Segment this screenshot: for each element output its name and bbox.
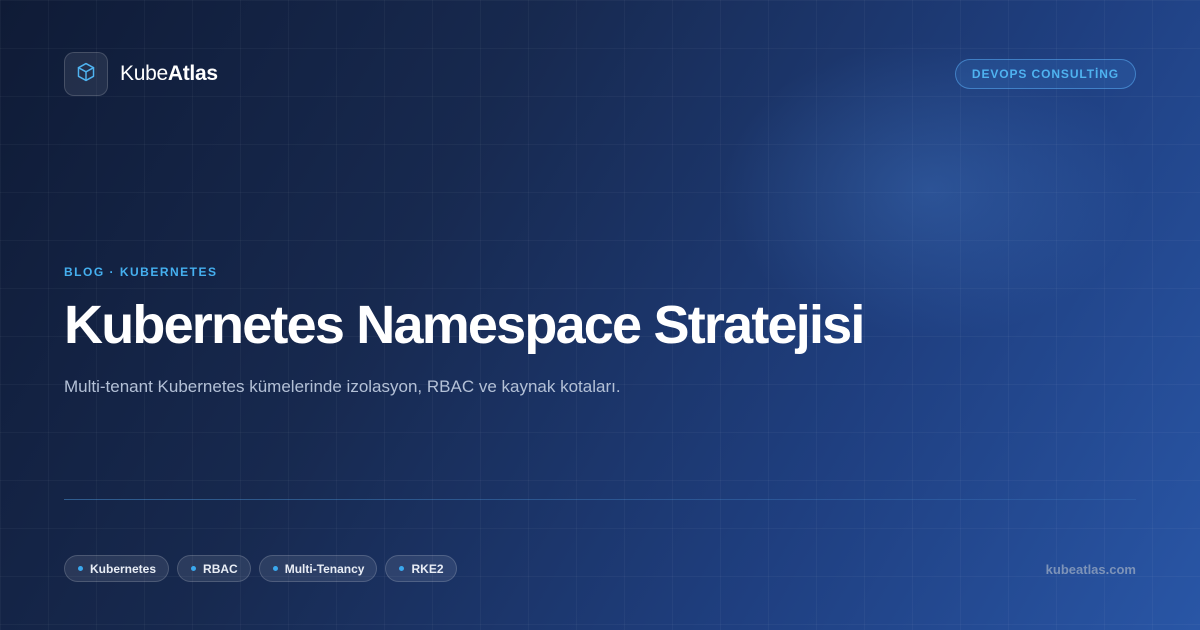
- tag-rbac[interactable]: RBAC: [177, 555, 251, 582]
- tag-list: Kubernetes RBAC Multi-Tenancy RKE2: [64, 555, 457, 582]
- tag-label: Kubernetes: [90, 561, 157, 576]
- brand-name: KubeAtlas: [120, 62, 218, 86]
- tag-label: Multi-Tenancy: [284, 561, 365, 576]
- brand-name-regular: Kube: [120, 62, 168, 85]
- brand[interactable]: KubeAtlas: [64, 52, 218, 96]
- page-subtitle: Multi-tenant Kubernetes kümelerinde izol…: [64, 377, 621, 396]
- tag-label: RKE2: [411, 561, 444, 576]
- post-category: BLOG · KUBERNETES: [64, 265, 218, 279]
- devops-consulting-badge: DEVOPS CONSULTİNG: [954, 59, 1136, 89]
- tag-label: RBAC: [203, 561, 238, 576]
- divider: [64, 499, 1136, 500]
- brand-name-bold: Atlas: [167, 62, 218, 85]
- tag-dot-icon: [272, 566, 278, 571]
- logo-container: [64, 52, 108, 96]
- cube-icon: [75, 61, 97, 88]
- tag-rke2[interactable]: RKE2: [385, 555, 457, 582]
- tag-dot-icon: [399, 566, 405, 571]
- page-title: Kubernetes Namespace Stratejisi: [64, 295, 865, 355]
- tag-multi-tenancy[interactable]: Multi-Tenancy: [258, 555, 378, 582]
- tag-dot-icon: [191, 566, 197, 571]
- header: KubeAtlas DEVOPS CONSULTİNG: [64, 52, 1136, 96]
- tag-dot-icon: [78, 566, 83, 571]
- tag-kubernetes[interactable]: Kubernetes: [64, 555, 170, 582]
- site-url-link[interactable]: kubeatlas.com: [1046, 562, 1136, 577]
